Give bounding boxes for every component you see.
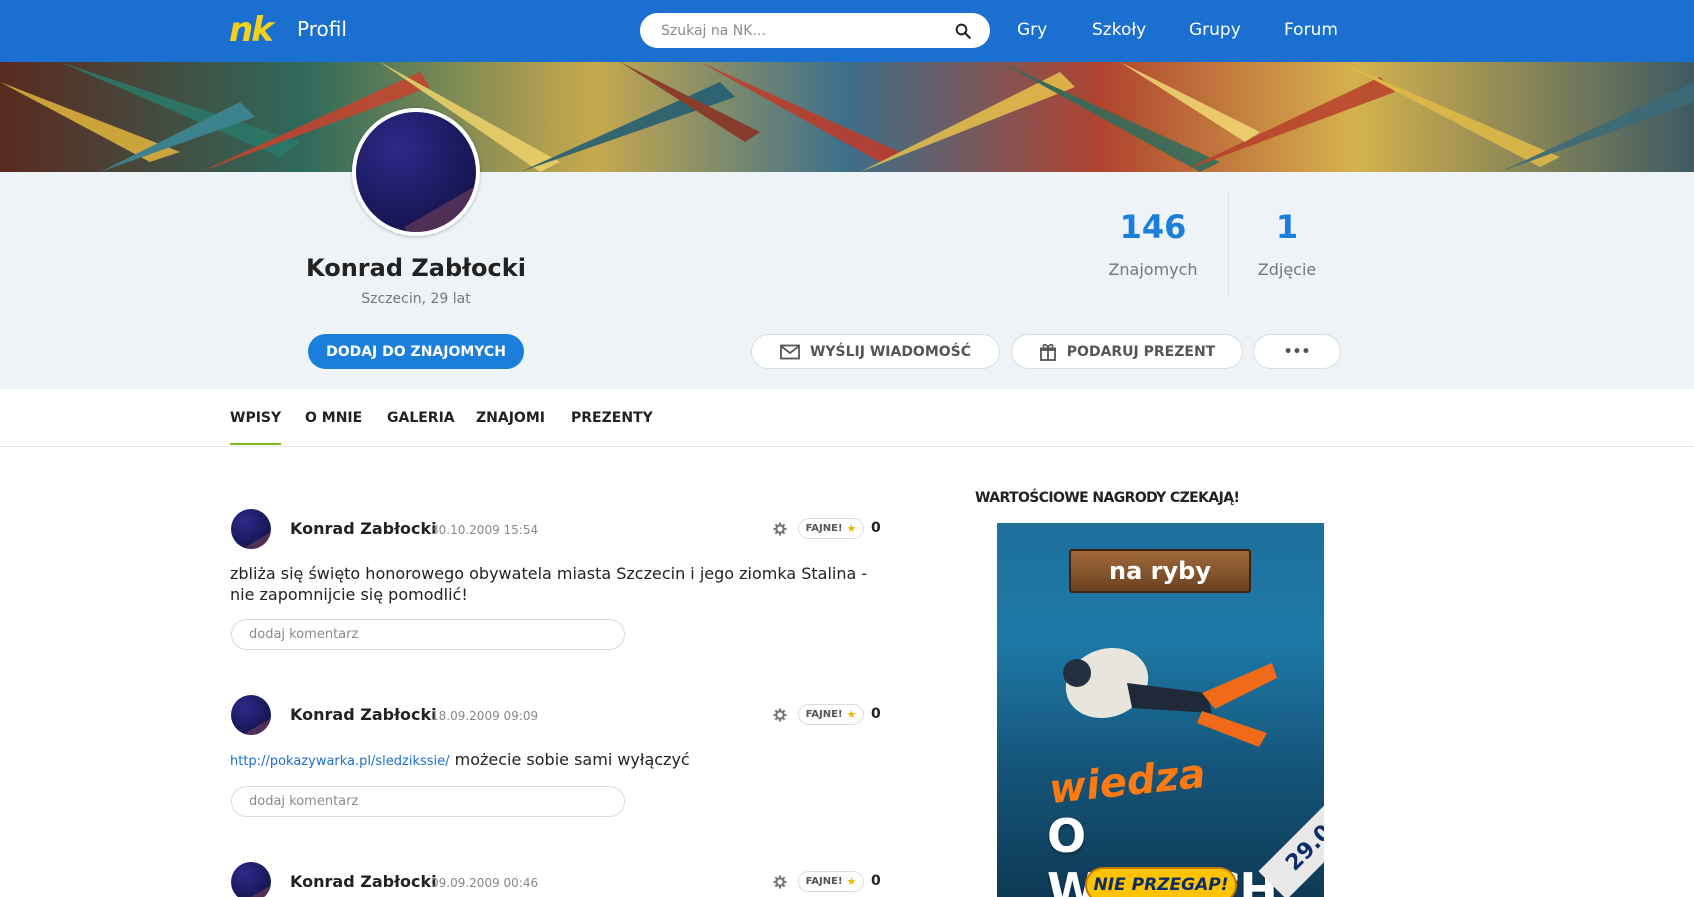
diver-illustration [1063, 647, 1277, 747]
tab-galeria[interactable]: GALERIA [387, 410, 455, 426]
star-icon: ★ [846, 708, 857, 721]
profile-location-age: Szczecin, 29 lat [361, 291, 471, 307]
search-input[interactable] [661, 13, 951, 48]
comment-input[interactable] [231, 786, 625, 817]
tab-wpisy[interactable]: WPISY [230, 410, 282, 445]
nav-gry[interactable]: Gry [1017, 20, 1047, 40]
cover-artwork [0, 62, 1694, 172]
profile-tabs: WPISY O MNIE GALERIA ZNAJOMI PREZENTY [0, 389, 1694, 447]
gear-icon[interactable] [773, 875, 787, 889]
ad-sign: na ryby [1069, 549, 1251, 593]
gear-icon[interactable] [773, 522, 787, 536]
post-text: możecie sobie sami wyłączyć [454, 750, 690, 769]
nav-forum[interactable]: Forum [1284, 20, 1338, 40]
post-date: 18.09.2009 09:09 [431, 709, 539, 723]
post-date: 09.09.2009 00:46 [431, 876, 539, 890]
profile-name: Konrad Zabłocki [306, 254, 526, 282]
like-count: 0 [871, 873, 881, 889]
like-label: FAJNE! [805, 523, 843, 534]
search-box[interactable] [640, 13, 990, 48]
cover-banner [0, 62, 1694, 172]
post-avatar[interactable] [231, 509, 271, 549]
add-friend-button[interactable]: DODAJ DO ZNAJOMYCH [308, 334, 524, 369]
search-icon[interactable] [954, 22, 972, 40]
stat-friends[interactable]: 146 Znajomych [1103, 208, 1203, 279]
envelope-icon [780, 344, 800, 359]
post-avatar[interactable] [231, 862, 271, 897]
like-button[interactable]: FAJNE! ★ [798, 704, 864, 725]
advertisement-banner[interactable]: na ryby wiedza O WODACH NIE PRZEGAP! 29.… [997, 523, 1324, 897]
top-bar: nk Profil Gry Szkoły Grupy Forum [0, 0, 1694, 62]
tab-znajomi[interactable]: ZNAJOMI [476, 410, 545, 426]
give-gift-button[interactable]: PODARUJ PREZENT [1011, 334, 1243, 369]
profile-avatar[interactable] [352, 108, 480, 236]
like-count: 0 [871, 520, 881, 536]
send-message-label: WYŚLIJ WIADOMOŚĆ [809, 343, 972, 360]
post-avatar[interactable] [231, 695, 271, 735]
post-link[interactable]: http://pokazywarka.pl/sledzikssie/ [230, 754, 450, 769]
tab-o-mnie[interactable]: O MNIE [305, 410, 362, 426]
more-options-button[interactable]: ••• [1253, 334, 1341, 369]
give-gift-label: PODARUJ PREZENT [1066, 343, 1216, 360]
photos-label: Zdjęcie [1257, 260, 1317, 279]
more-dots-icon: ••• [1283, 343, 1311, 360]
nav-szkoly[interactable]: Szkoły [1092, 20, 1146, 40]
send-message-button[interactable]: WYŚLIJ WIADOMOŚĆ [751, 334, 1000, 369]
like-count: 0 [871, 706, 881, 722]
nav-grupy[interactable]: Grupy [1189, 20, 1241, 40]
star-icon: ★ [846, 875, 857, 888]
gear-icon[interactable] [773, 708, 787, 722]
post-author[interactable]: Konrad Zabłocki [290, 519, 437, 538]
post-author[interactable]: Konrad Zabłocki [290, 705, 437, 724]
tab-prezenty[interactable]: PREZENTY [571, 410, 653, 426]
friends-label: Znajomych [1108, 260, 1198, 279]
post-author[interactable]: Konrad Zabłocki [290, 872, 437, 891]
like-button[interactable]: FAJNE! ★ [798, 871, 864, 892]
page-title: Profil [297, 17, 347, 41]
post-text-line: http://pokazywarka.pl/sledzikssie/ możec… [230, 749, 870, 772]
star-icon: ★ [846, 522, 857, 535]
post-date: 30.10.2009 15:54 [431, 523, 539, 537]
nk-logo[interactable]: nk [229, 10, 274, 50]
stats-divider [1228, 194, 1229, 294]
ad-heading: WARTOŚCIOWE NAGRODY CZEKAJĄ! [975, 490, 1240, 506]
stat-photos[interactable]: 1 Zdjęcie [1237, 208, 1337, 279]
friends-count: 146 [1119, 208, 1187, 246]
gift-icon [1039, 343, 1056, 361]
like-label: FAJNE! [805, 709, 843, 720]
like-label: FAJNE! [805, 876, 843, 887]
photos-count: 1 [1275, 208, 1299, 246]
like-button[interactable]: FAJNE! ★ [798, 518, 864, 539]
post-text: zbliża się święto honorowego obywatela m… [230, 564, 868, 604]
comment-input[interactable] [231, 619, 625, 650]
ad-cta-button[interactable]: NIE PRZEGAP! [1085, 867, 1237, 897]
